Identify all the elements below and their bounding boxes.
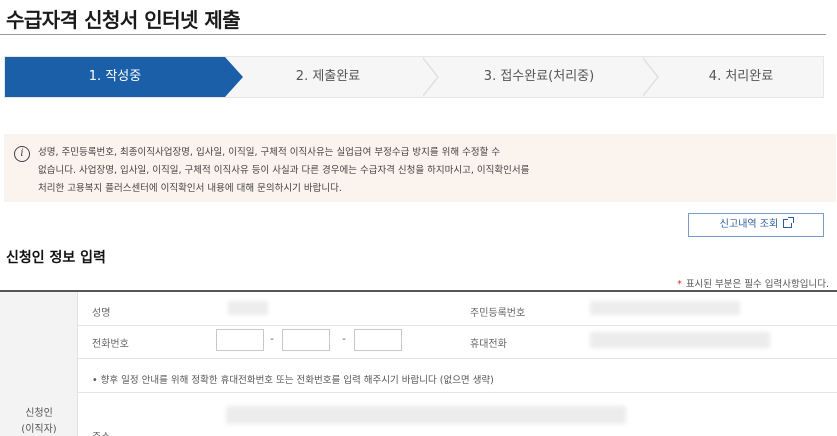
notice-line: 성명, 주민등록번호, 최종이직사업장명, 입사일, 이직일, 구체적 이직사유… [38, 147, 501, 158]
report-history-button[interactable]: 신고내역 조회 [688, 213, 824, 237]
phone-label: 전화번호 [92, 339, 129, 350]
external-link-icon [783, 217, 795, 228]
chevron-right-icon [642, 57, 659, 97]
chevron-right-icon [422, 57, 439, 97]
step-active-arrow [225, 57, 243, 97]
info-icon: i [14, 146, 30, 162]
notice-line: 없습니다. 사업장명, 입사일, 이직일, 구체적 이직사유 등이 사실과 다른… [38, 165, 530, 176]
step-submitted: 2. 제출완료 [295, 69, 361, 84]
applicant-form: 신청인 (이직자) 성명 주민등록번호 전화번호 - - 휴대전화 • 향후 일… [0, 292, 837, 436]
report-history-label: 신고내역 조회 [719, 219, 779, 230]
name-label: 성명 [92, 308, 111, 319]
address-label: 주소 [92, 428, 110, 436]
required-note: * 표시된 부분은 필수 입력사항입니다. [677, 276, 829, 290]
row-divider [78, 392, 837, 393]
phone-area-input[interactable] [216, 329, 264, 351]
step-progress-bar: 1. 작성중 2. 제출완료 3. 접수완료(처리중) 4. 처리완료 [4, 56, 824, 98]
row-divider [78, 358, 837, 359]
mobile-value [590, 332, 770, 348]
phone-middle-input[interactable] [282, 329, 330, 351]
required-note-text: 표시된 부분은 필수 입력사항입니다. [685, 279, 829, 290]
required-star-icon: * [677, 279, 682, 290]
phone-separator: - [342, 332, 346, 345]
side-header-line: 신청인 [25, 408, 53, 419]
step-received: 3. 접수완료(처리중) [483, 69, 595, 84]
title-divider [0, 34, 826, 35]
notice-box: i 성명, 주민등록번호, 최종이직사업장명, 입사일, 이직일, 구체적 이직… [4, 134, 836, 202]
phone-separator: - [270, 332, 274, 345]
applicant-side-header: 신청인 (이직자) [0, 292, 78, 436]
rrn-label: 주민등록번호 [470, 308, 526, 319]
row-divider [78, 325, 837, 326]
name-value [228, 301, 268, 315]
step-writing: 1. 작성중 [5, 57, 225, 97]
mobile-label: 휴대전화 [470, 339, 507, 350]
phone-hint: • 향후 일정 안내를 위해 정확한 휴대전화번호 또는 전화번호를 입력 해주… [92, 375, 494, 386]
section-title: 신청인 정보 입력 [6, 250, 106, 266]
page-title: 수급자격 신청서 인터넷 제출 [6, 8, 241, 32]
notice-line: 처리한 고용복지 플러스센터에 이직확인서 내용에 대해 문의하시기 바랍니다. [38, 183, 342, 194]
address-value [226, 406, 626, 424]
step-completed: 4. 처리완료 [708, 69, 774, 84]
phone-last-input[interactable] [354, 329, 402, 351]
rrn-value [590, 301, 740, 315]
side-header-line: (이직자) [21, 424, 57, 435]
